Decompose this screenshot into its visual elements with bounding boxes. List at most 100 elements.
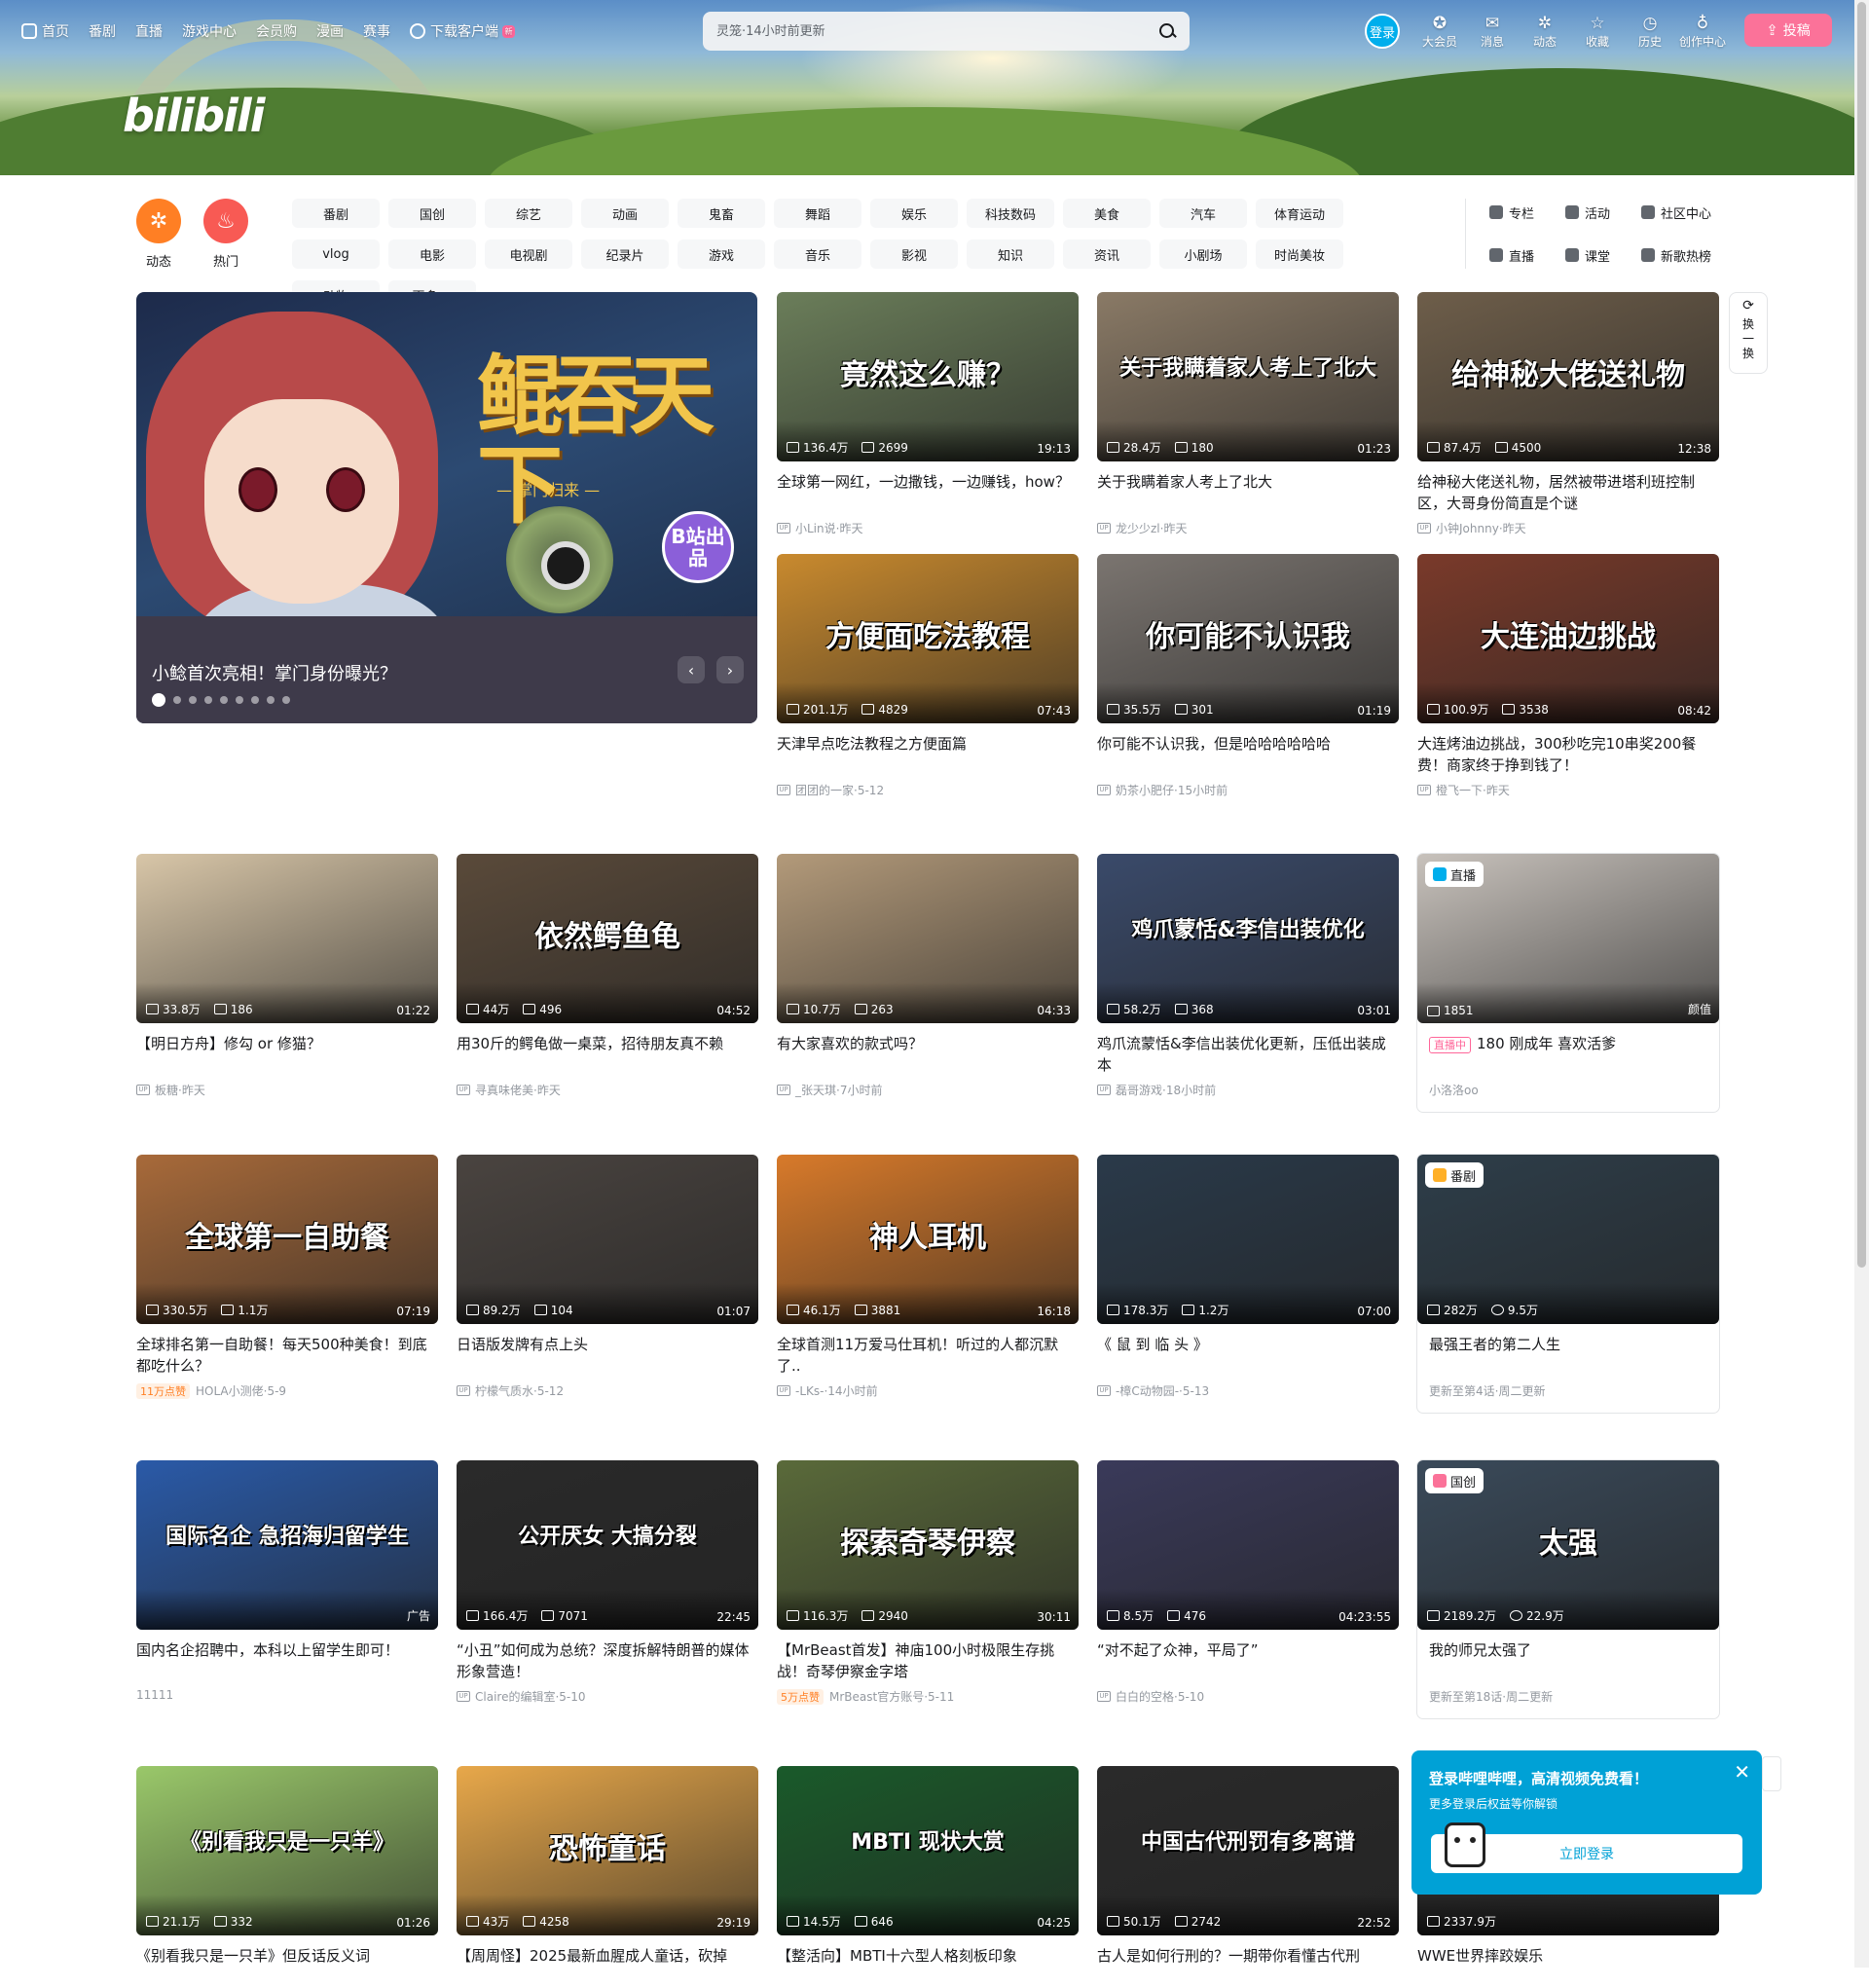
video-meta[interactable]: 更新至第18话 · 周二更新: [1429, 1688, 1707, 1705]
top-nav-item[interactable]: 直播: [135, 21, 163, 41]
carousel-dot[interactable]: [267, 696, 275, 704]
refresh-button[interactable]: ⟳ 换一换: [1729, 292, 1768, 374]
video-card[interactable]: 竟然这么赚？ 136.4万 2699 19:13 全球第一网红，一边撒钱，一边赚钱，ho…: [777, 292, 1079, 536]
top-nav-item[interactable]: 会员购: [256, 21, 297, 41]
video-title[interactable]: 古人是如何行刑的？一期带你看懂古代刑: [1097, 1945, 1399, 1988]
video-card[interactable]: 大连油边挑战 100.9万 3538 08:42 大连烤油边挑战，300秒吃完10串奖2…: [1417, 554, 1719, 798]
channel-chip[interactable]: 鬼畜: [678, 199, 765, 228]
video-meta[interactable]: UP 寻真味佬美 · 昨天: [457, 1082, 758, 1098]
video-thumbnail[interactable]: 关于我瞒着家人考上了北大 28.4万 180 01:23: [1097, 292, 1399, 461]
video-card[interactable]: 国际名企 急招海归留学生 广告 国内名企招聘中，本科以上留学生即可！ 11111: [136, 1460, 438, 1702]
channel-big-1[interactable]: ♨ 热门: [203, 199, 248, 270]
video-title[interactable]: 天津早点吃法教程之方便面篇: [777, 733, 1079, 776]
video-thumbnail[interactable]: 《别看我只是一只羊》 21.1万 332 01:26: [136, 1766, 438, 1935]
channel-big-0[interactable]: ✲ 动态: [136, 199, 181, 270]
channel-chip[interactable]: 影视: [870, 239, 958, 269]
video-thumbnail[interactable]: 太强 国创 2189.2万 22.9万: [1417, 1460, 1719, 1630]
carousel-dot[interactable]: [220, 696, 228, 704]
video-card[interactable]: 你可能不认识我 35.5万 301 01:19 你可能不认识我，但是哈哈哈哈哈哈 UP 奶茶…: [1097, 554, 1399, 798]
close-icon[interactable]: ✕: [1734, 1760, 1750, 1784]
top-nav-item[interactable]: 漫画: [316, 21, 344, 41]
top-nav-right-item[interactable]: ✲ 动态: [1519, 14, 1571, 50]
carousel-dot[interactable]: [152, 693, 165, 707]
channel-tool[interactable]: 社区中心: [1641, 201, 1739, 224]
top-nav-item[interactable]: 首页: [21, 21, 69, 41]
carousel-dot[interactable]: [251, 696, 259, 704]
channel-chip[interactable]: 资讯: [1063, 239, 1151, 269]
video-card[interactable]: 公开厌女 大搞分裂 166.4万 7071 22:45 “小丑”如何成为总统？深度拆解特…: [457, 1460, 758, 1705]
channel-chip[interactable]: 娱乐: [870, 199, 958, 228]
channel-chip[interactable]: 汽车: [1159, 199, 1247, 228]
channel-chip[interactable]: 番剧: [292, 199, 380, 228]
video-title[interactable]: 大连烤油边挑战，300秒吃完10串奖200餐费！商家终于挣到钱了！: [1417, 733, 1719, 776]
video-title[interactable]: 我的师兄太强了: [1429, 1639, 1707, 1682]
channel-chip[interactable]: 国创: [388, 199, 476, 228]
upload-button[interactable]: ⇪ 投稿: [1744, 14, 1832, 47]
channel-tool[interactable]: 直播: [1489, 243, 1565, 267]
top-nav-right-item[interactable]: ✪ 大会员: [1413, 14, 1466, 50]
channel-chip[interactable]: 电影: [388, 239, 476, 269]
channel-chip[interactable]: 美食: [1063, 199, 1151, 228]
top-nav-item[interactable]: 番剧: [89, 21, 116, 41]
channel-chip[interactable]: 游戏: [678, 239, 765, 269]
video-title[interactable]: 全球第一网红，一边撒钱，一边赚钱，how？: [777, 471, 1079, 514]
top-nav-right-item[interactable]: ♁ 创作中心: [1676, 14, 1729, 50]
channel-tool[interactable]: 活动: [1565, 201, 1641, 224]
video-thumbnail[interactable]: 鸡爪蒙恬&李信出装优化 58.2万 368 03:01: [1097, 854, 1399, 1023]
video-title[interactable]: 你可能不认识我，但是哈哈哈哈哈哈: [1097, 733, 1399, 776]
channel-chip[interactable]: 纪录片: [581, 239, 669, 269]
video-meta[interactable]: UP _张天琪 · 7小时前: [777, 1082, 1079, 1098]
channel-chip[interactable]: 综艺: [485, 199, 572, 228]
top-nav-right-item[interactable]: ✉ 消息: [1466, 14, 1519, 50]
video-thumbnail[interactable]: 探索奇琴伊察 116.3万 2940 30:11: [777, 1460, 1079, 1630]
channel-chip[interactable]: vlog: [292, 239, 380, 269]
video-thumbnail[interactable]: 中国古代刑罚有多离谱 50.1万 2742 22:52: [1097, 1766, 1399, 1935]
carousel-dot[interactable]: [204, 696, 212, 704]
search-input[interactable]: [716, 23, 1158, 39]
top-nav-right-item[interactable]: ◷ 历史: [1624, 14, 1676, 50]
video-title[interactable]: 全球排名第一自助餐！每天500种美食！到底都吃什么？: [136, 1334, 438, 1377]
channel-chip[interactable]: 体育运动: [1256, 199, 1343, 228]
video-title[interactable]: 最强王者的第二人生: [1429, 1334, 1707, 1377]
video-meta[interactable]: 11万点赞 HOLA小测佬 · 5-9: [136, 1382, 438, 1399]
chevron-left-icon[interactable]: ‹: [678, 656, 705, 683]
video-meta[interactable]: UP 磊哥游戏 · 18小时前: [1097, 1082, 1399, 1098]
video-thumbnail[interactable]: MBTI 现状大赏 14.5万 646 04:25: [777, 1766, 1079, 1935]
video-title[interactable]: 有大家喜欢的款式吗？: [777, 1033, 1079, 1076]
video-card[interactable]: 恐怖童话 43万 4258 29:19 【周周怪】2025最新血腥成人童话，砍掉: [457, 1766, 758, 1988]
video-meta[interactable]: UP 龙少少zl · 昨天: [1097, 520, 1399, 536]
video-thumbnail[interactable]: 178.3万 1.2万 07:00: [1097, 1155, 1399, 1324]
video-title[interactable]: 【整活向】MBTI十六型人格刻板印象: [777, 1945, 1079, 1988]
bilibili-logo[interactable]: bilibili: [123, 90, 265, 142]
scrollbar[interactable]: [1854, 0, 1869, 1968]
video-title[interactable]: “小丑”如何成为总统？深度拆解特朗普的媒体形象营造！: [457, 1639, 758, 1682]
video-card[interactable]: 《别看我只是一只羊》 21.1万 332 01:26 《别看我只是一只羊》但反话反义词: [136, 1766, 438, 1988]
login-avatar[interactable]: 登录: [1365, 14, 1400, 49]
video-meta[interactable]: UP -樟C动物园- · 5-13: [1097, 1382, 1399, 1399]
video-meta[interactable]: UP 奶茶小肥仔 · 15小时前: [1097, 782, 1399, 798]
video-thumbnail[interactable]: 依然鳄鱼龟 44万 496 04:52: [457, 854, 758, 1023]
video-meta[interactable]: 小洛洛oo: [1429, 1082, 1707, 1098]
video-meta[interactable]: UP 橙飞一下 · 昨天: [1417, 782, 1719, 798]
video-title[interactable]: 日语版发牌有点上头: [457, 1334, 758, 1377]
video-title[interactable]: 直播中 180 刚成年 喜欢活爹: [1429, 1033, 1707, 1076]
video-card[interactable]: 依然鳄鱼龟 44万 496 04:52 用30斤的鳄龟做一桌菜，招待朋友真不赖 UP 寻真味…: [457, 854, 758, 1098]
video-meta[interactable]: UP -LKs- · 14小时前: [777, 1382, 1079, 1399]
search-icon[interactable]: [1158, 22, 1176, 40]
video-thumbnail[interactable]: 恐怖童话 43万 4258 29:19: [457, 1766, 758, 1935]
video-title[interactable]: 国内名企招聘中，本科以上留学生即可！: [136, 1639, 438, 1682]
video-thumbnail[interactable]: 89.2万 104 01:07: [457, 1155, 758, 1324]
top-nav-right-item[interactable]: ☆ 收藏: [1571, 14, 1624, 50]
video-title[interactable]: 【明日方舟】修勾 or 修猫？: [136, 1033, 438, 1076]
video-title[interactable]: “对不起了众神，平局了”: [1097, 1639, 1399, 1682]
video-card[interactable]: 番剧 282万 9.5万 最强王者的第二人生 更新至第4话 · 周二更新: [1417, 1155, 1719, 1413]
video-card[interactable]: 10.7万 263 04:33 有大家喜欢的款式吗？ UP _张天琪 · 7小时前: [777, 854, 1079, 1098]
video-thumbnail[interactable]: 国际名企 急招海归留学生 广告: [136, 1460, 438, 1630]
video-thumbnail[interactable]: 大连油边挑战 100.9万 3538 08:42: [1417, 554, 1719, 723]
video-card[interactable]: 鸡爪蒙恬&李信出装优化 58.2万 368 03:01 鸡爪流蒙恬&李信出装优化更新，压…: [1097, 854, 1399, 1098]
video-card[interactable]: 给神秘大佬送礼物 87.4万 4500 12:38 给神秘大佬送礼物，居然被带进塔利班控…: [1417, 292, 1719, 536]
video-meta[interactable]: UP 板糖 · 昨天: [136, 1082, 438, 1098]
channel-tool[interactable]: 新歌热榜: [1641, 243, 1739, 267]
video-thumbnail[interactable]: 神人耳机 46.1万 3881 16:18: [777, 1155, 1079, 1324]
video-thumbnail[interactable]: 10.7万 263 04:33: [777, 854, 1079, 1023]
